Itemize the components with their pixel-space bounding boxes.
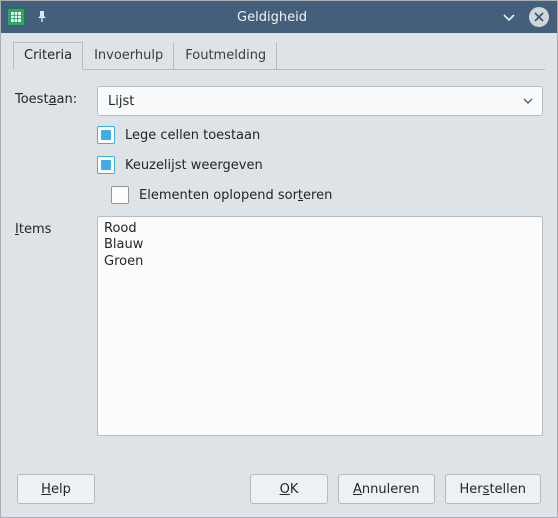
allow-empty-checkbox[interactable] [97, 126, 115, 144]
allow-empty-label: Lege cellen toestaan [125, 128, 260, 143]
allow-dropdown-value: Lijst [108, 94, 134, 109]
cancel-button[interactable]: Annuleren [338, 474, 435, 504]
chevron-down-icon [522, 95, 534, 107]
tab-foutmelding[interactable]: Foutmelding [174, 42, 277, 70]
reset-button[interactable]: Herstellen [445, 474, 541, 504]
ok-button[interactable]: OK [250, 474, 328, 504]
tab-criteria[interactable]: Criteria [13, 42, 83, 70]
sort-asc-label: Elementen oplopend sorteren [139, 188, 332, 203]
show-list-label: Keuzelijst weergeven [125, 158, 263, 173]
titlebar: Geldigheid [1, 1, 557, 33]
app-icon [7, 8, 25, 26]
minimize-icon[interactable] [499, 7, 519, 27]
allow-label: Toestaan: [15, 86, 97, 107]
help-button[interactable]: Help [17, 474, 95, 504]
show-list-checkbox[interactable] [97, 156, 115, 174]
items-label: Items [15, 216, 97, 237]
tabs-bar: Criteria Invoerhulp Foutmelding [13, 41, 545, 70]
sort-asc-checkbox[interactable] [111, 186, 129, 204]
allow-dropdown[interactable]: Lijst [97, 86, 543, 116]
tab-invoerhulp[interactable]: Invoerhulp [83, 42, 174, 70]
pin-icon[interactable] [35, 10, 49, 24]
close-icon[interactable] [529, 7, 549, 27]
window-title: Geldigheid [49, 10, 499, 25]
items-textarea[interactable]: Rood Blauw Groen [97, 216, 543, 436]
